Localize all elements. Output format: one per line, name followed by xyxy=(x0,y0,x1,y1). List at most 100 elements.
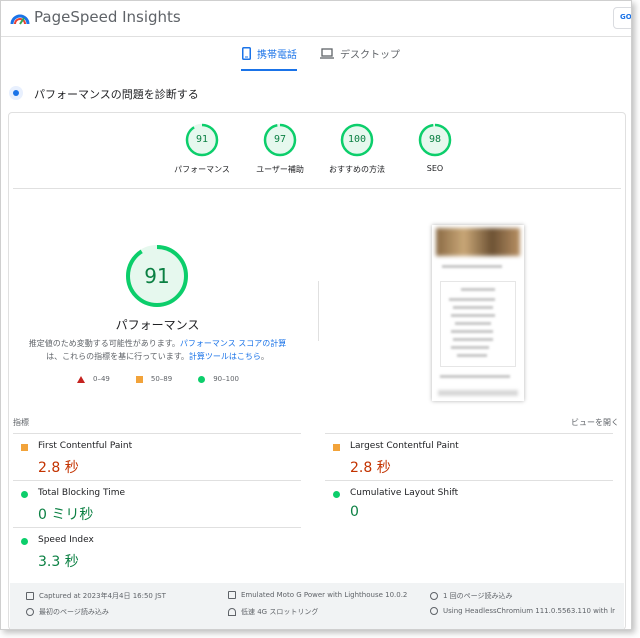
thumbnail-text-line xyxy=(451,314,495,317)
metric-name: Largest Contentful Paint xyxy=(350,441,459,451)
pass-indicator-icon xyxy=(333,491,340,498)
thumbnail-text-line xyxy=(442,265,502,268)
runtime-settings: Captured at 2023年4月4日 16:50 JST Emulated… xyxy=(10,583,624,629)
page-loads-info: 1 回のページ読み込み xyxy=(430,591,513,601)
thumbnail-footer xyxy=(438,390,518,396)
top-bar: PageSpeed Insights GO xyxy=(1,1,631,37)
metrics-header: 指標 ビューを開く xyxy=(13,417,619,431)
score-gauge-seo[interactable]: 98 SEO xyxy=(400,123,470,173)
app-title: PageSpeed Insights xyxy=(34,8,181,26)
metric-value: 3.3 秒 xyxy=(38,554,79,570)
legend-label: 50–89 xyxy=(150,375,173,383)
pass-indicator-icon xyxy=(21,538,28,545)
metric-fcp: First Contentful Paint 2.8 秒 xyxy=(13,433,301,479)
metric-name: Cumulative Layout Shift xyxy=(350,488,459,498)
metric-value: 0 ミリ秒 xyxy=(38,507,94,523)
final-screenshot-thumbnail[interactable] xyxy=(432,225,524,401)
metric-value: 0 xyxy=(350,504,359,520)
pass-indicator-icon xyxy=(21,491,28,498)
average-indicator-icon xyxy=(333,444,340,451)
browser-frame: PageSpeed Insights GO 携帯電話 デスクトップ パフォーマン… xyxy=(0,0,632,630)
captured-info: Captured at 2023年4月4日 16:50 JST xyxy=(26,591,166,601)
gauge-ring: 97 xyxy=(263,123,297,157)
legend-fail: 0–49 xyxy=(77,375,110,383)
page-loads-text: 1 回のページ読み込み xyxy=(443,592,513,600)
score-value: 91 xyxy=(195,134,209,145)
tab-mobile[interactable]: 携帯電話 xyxy=(242,46,297,61)
score-label: パフォーマンス xyxy=(174,165,230,174)
report-panel: 91 パフォーマンス 97 ユーザー補助 100 おすすめの方法 98 SEO … xyxy=(8,112,626,629)
score-gauge-best-practices[interactable]: 100 おすすめの方法 xyxy=(322,123,392,175)
note-text: 。 xyxy=(260,352,269,361)
score-calc-link[interactable]: パフォーマンス スコアの計算 xyxy=(180,339,286,348)
score-value: 100 xyxy=(347,134,367,145)
thumbnail-text-line xyxy=(451,346,489,349)
thumbnail-text-line xyxy=(457,354,487,357)
thumbnail-text-line xyxy=(461,288,495,291)
timer-icon xyxy=(26,608,34,616)
diagnose-icon xyxy=(9,86,23,100)
laptop-icon xyxy=(320,48,334,59)
triangle-icon xyxy=(77,375,85,383)
gauge-ring: 98 xyxy=(418,123,452,157)
gauge-ring: 100 xyxy=(340,123,374,157)
diagnose-title: パフォーマンスの問題を診断する xyxy=(34,88,199,101)
loads-icon xyxy=(430,592,438,600)
legend-average: 50–89 xyxy=(135,375,173,383)
active-tab-indicator xyxy=(241,69,297,71)
device-info: Emulated Moto G Power with Lighthouse 10… xyxy=(228,591,407,599)
tab-desktop-label: デスクトップ xyxy=(340,50,400,61)
category-scores: 91 パフォーマンス 97 ユーザー補助 100 おすすめの方法 98 SEO xyxy=(9,123,625,187)
metric-name: Total Blocking Time xyxy=(38,488,126,498)
analyze-button[interactable]: GO xyxy=(613,7,631,29)
score-legend: 0–49 50–89 90–100 xyxy=(77,375,265,383)
performance-score: 91 xyxy=(144,264,170,288)
thumbnail-text-line xyxy=(455,322,491,325)
phone-icon xyxy=(242,47,251,60)
browser-text: Using HeadlessChromium 111.0.5563.110 wi… xyxy=(443,607,616,615)
vertical-divider xyxy=(318,281,319,341)
thumbnail-text-line xyxy=(453,338,493,341)
diagnose-header: パフォーマンスの問題を診断する xyxy=(1,81,631,107)
score-gauge-performance[interactable]: 91 パフォーマンス xyxy=(167,123,237,175)
throttling-text: 低速 4G スロットリング xyxy=(241,608,319,616)
device-icon xyxy=(228,591,236,599)
throttling-info: 低速 4G スロットリング xyxy=(228,607,318,617)
metrics-title: 指標 xyxy=(13,418,29,427)
metric-cls: Cumulative Layout Shift 0 xyxy=(325,480,613,526)
performance-note: 推定値のため変動する可能性があります。パフォーマンス スコアの計算 は、これらの… xyxy=(9,337,306,363)
tab-desktop[interactable]: デスクトップ xyxy=(320,46,400,61)
square-icon xyxy=(135,375,143,383)
performance-label: パフォーマンス xyxy=(115,318,200,332)
metric-name: Speed Index xyxy=(38,535,94,545)
device-tabs: 携帯電話 デスクトップ xyxy=(1,37,631,73)
score-gauge-accessibility[interactable]: 97 ユーザー補助 xyxy=(245,123,315,175)
first-load-info: 最初のページ読み込み xyxy=(26,607,109,617)
gauge-ring: 91 xyxy=(185,123,219,157)
device-text: Emulated Moto G Power with Lighthouse 10… xyxy=(241,591,408,599)
circle-icon xyxy=(198,375,206,383)
score-value: 98 xyxy=(428,134,442,145)
pagespeed-logo-icon xyxy=(10,14,30,25)
calendar-icon xyxy=(26,592,34,600)
metric-speed-index: Speed Index 3.3 秒 xyxy=(13,527,301,573)
divider xyxy=(13,188,621,189)
thumbnail-hero-image xyxy=(436,228,520,256)
thumbnail-card xyxy=(440,281,516,367)
score-label: SEO xyxy=(426,164,444,173)
thumbnail-text-line xyxy=(451,330,493,333)
expand-view-toggle[interactable]: ビューを開く xyxy=(571,417,619,428)
legend-label: 0–49 xyxy=(93,375,110,383)
score-label: おすすめの方法 xyxy=(329,165,385,174)
metric-name: First Contentful Paint xyxy=(38,441,133,451)
metric-value: 2.8 秒 xyxy=(38,460,79,476)
note-text: 推定値のため変動する可能性があります。 xyxy=(28,339,180,348)
thumbnail-text-line xyxy=(449,298,495,301)
note-text: は、これらの指標を基に行っています。 xyxy=(46,352,189,361)
thumbnail-text-line xyxy=(440,375,510,378)
calculator-link[interactable]: 計算ツールはこちら xyxy=(189,352,261,361)
metric-tbt: Total Blocking Time 0 ミリ秒 xyxy=(13,480,301,526)
first-load-text: 最初のページ読み込み xyxy=(39,608,109,616)
wifi-icon xyxy=(228,608,236,616)
browser-icon xyxy=(430,607,438,615)
